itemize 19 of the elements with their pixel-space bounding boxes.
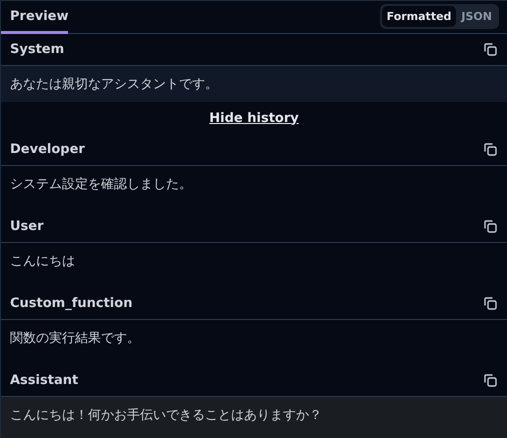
role-label: System <box>10 42 64 57</box>
role-label: Developer <box>10 142 85 157</box>
view-option[interactable]: Formatted <box>382 6 456 27</box>
copy-icon[interactable] <box>484 143 497 156</box>
message-body: あなたは親切なアシスタントです。 <box>1 66 507 102</box>
message-body: 関数の実行結果です。 <box>9 330 141 348</box>
role-label: Assistant <box>10 373 78 388</box>
role-label: User <box>10 219 44 234</box>
role-label: Custom_function <box>10 296 132 311</box>
preview-tab[interactable]: Preview <box>1 9 68 34</box>
view-option[interactable]: JSON <box>456 6 497 27</box>
message-body: こんにちは！何かお手伝いできることはありますか？ <box>1 397 507 438</box>
copy-icon[interactable] <box>484 220 497 233</box>
copy-icon[interactable] <box>484 43 497 56</box>
message-body: こんにちは <box>9 253 76 271</box>
hide-history-link[interactable]: Hide history <box>209 110 299 126</box>
message-body: システム設定を確認しました。 <box>9 176 193 194</box>
copy-icon[interactable] <box>484 374 497 387</box>
copy-icon[interactable] <box>484 297 497 310</box>
